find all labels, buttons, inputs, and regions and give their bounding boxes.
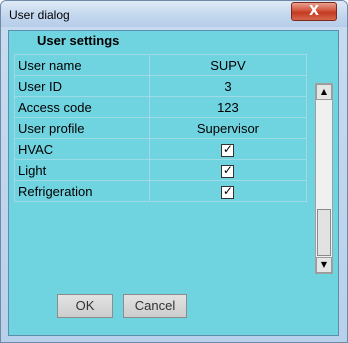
checkmark-icon: ✓ — [222, 162, 233, 177]
table-row[interactable]: Access code 123 — [14, 96, 308, 118]
row-label: Access code — [14, 96, 150, 118]
row-label: User name — [14, 54, 150, 76]
row-value[interactable]: 3 — [148, 75, 308, 97]
scroll-thumb[interactable] — [317, 209, 331, 256]
row-value[interactable]: SUPV — [148, 54, 308, 76]
close-icon: X — [308, 4, 320, 19]
row-label: User ID — [14, 75, 150, 97]
section-title: User settings — [37, 33, 120, 48]
refrigeration-checkbox[interactable]: ✓ — [221, 183, 235, 199]
table-row[interactable]: User profile Supervisor — [14, 117, 308, 139]
scroll-up-button[interactable]: ▲ — [316, 84, 332, 100]
scroll-down-button[interactable]: ▼ — [316, 257, 332, 273]
light-checkbox-cell[interactable]: ✓ — [148, 159, 308, 181]
arrow-down-icon: ▼ — [320, 260, 328, 269]
row-value[interactable]: 123 — [148, 96, 308, 118]
hvac-checkbox-cell[interactable]: ✓ — [148, 138, 308, 160]
table-row[interactable]: User name SUPV — [14, 54, 308, 76]
checkmark-icon: ✓ — [222, 141, 233, 156]
dialog-window: User dialog X User settings User name SU… — [0, 0, 348, 343]
title-bar[interactable]: User dialog X — [1, 1, 347, 27]
vertical-scrollbar[interactable]: ▲ ▼ — [315, 83, 333, 274]
row-value[interactable]: Supervisor — [148, 117, 308, 139]
row-label: Light — [14, 159, 150, 181]
row-label: Refrigeration — [14, 180, 150, 202]
close-button[interactable]: X — [291, 2, 337, 21]
settings-grid: User name SUPV User ID 3 Access code 123… — [14, 54, 308, 202]
cancel-button[interactable]: Cancel — [123, 294, 187, 318]
checkmark-icon: ✓ — [222, 183, 233, 198]
arrow-up-icon: ▲ — [320, 87, 328, 96]
refrigeration-checkbox-cell[interactable]: ✓ — [148, 180, 308, 202]
hvac-checkbox[interactable]: ✓ — [221, 141, 235, 157]
table-row[interactable]: Refrigeration ✓ — [14, 180, 308, 202]
window-title: User dialog — [9, 8, 70, 22]
row-label: HVAC — [14, 138, 150, 160]
settings-panel: User settings User name SUPV User ID 3 A… — [8, 30, 339, 336]
table-row[interactable]: User ID 3 — [14, 75, 308, 97]
table-row[interactable]: HVAC ✓ — [14, 138, 308, 160]
table-row[interactable]: Light ✓ — [14, 159, 308, 181]
ok-button[interactable]: OK — [57, 294, 113, 318]
light-checkbox[interactable]: ✓ — [221, 162, 235, 178]
row-label: User profile — [14, 117, 150, 139]
